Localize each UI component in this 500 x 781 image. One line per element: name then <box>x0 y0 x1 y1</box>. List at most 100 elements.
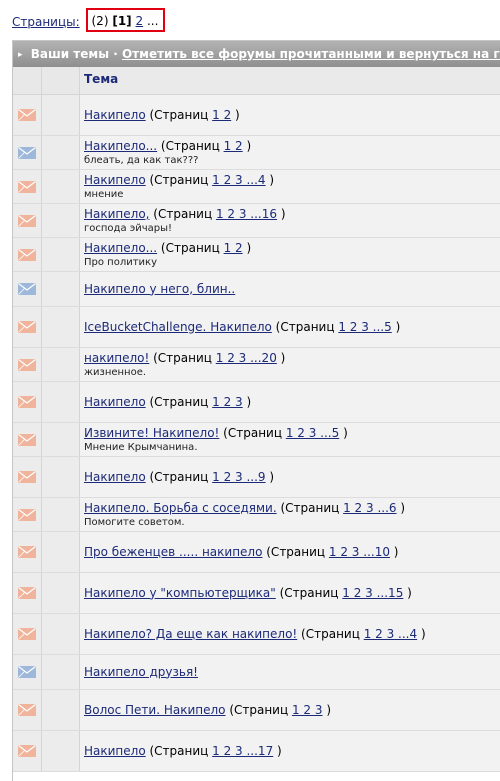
pages-prefix: (Страниц <box>145 469 213 484</box>
table-row: Накипело, (Страниц 1 2 3 ...16 ) господа … <box>13 204 500 238</box>
status-column-header <box>42 67 80 94</box>
table-header-bar: ▸ Ваши темы · Отметить все форумы прочит… <box>13 41 500 67</box>
pages-prefix: (Страниц <box>149 350 216 365</box>
topic-pages-link[interactable]: 1 2 3 ...10 <box>329 545 390 559</box>
pages-prefix: (Страниц <box>145 172 213 187</box>
pages-prefix: (Страниц <box>275 585 343 600</box>
topic-status-cell <box>13 348 42 381</box>
topic-link[interactable]: Накипело <box>84 108 146 122</box>
topic-title-line: Накипело? Да еще как накипело! (Страниц … <box>84 627 500 642</box>
topic-pages-link[interactable]: 1 2 3 ...17 <box>212 744 273 758</box>
topic-pages-link[interactable]: 1 2 3 <box>292 703 323 717</box>
topic-title-line: Накипело (Страниц 1 2 3 ...17 ) <box>84 744 500 759</box>
topic-link[interactable]: Накипело. Борьба с соседями. <box>84 501 277 515</box>
topic-pages-link[interactable]: 1 2 3 <box>212 395 243 409</box>
envelope-read-icon <box>18 666 36 678</box>
topic-pages-link[interactable]: 1 2 3 ...5 <box>338 320 391 334</box>
topic-icon-cell <box>42 614 80 654</box>
topic-status-cell <box>13 423 42 456</box>
topic-pages-link[interactable]: 1 2 3 ...15 <box>342 586 403 600</box>
envelope-new-icon <box>18 358 36 371</box>
pages-suffix: ) <box>277 206 286 221</box>
topic-pages-link[interactable]: 1 2 3 ...20 <box>216 351 277 365</box>
table-row: Накипело (Страниц 1 2 3 ...17 ) <box>13 731 500 772</box>
pages-suffix: ) <box>242 240 252 255</box>
mark-all-read-link[interactable]: Отметить все форумы прочитанными и верну… <box>122 47 500 61</box>
pages-suffix: ) <box>396 500 406 515</box>
topic-pages-link[interactable]: 1 2 <box>224 241 243 255</box>
pages-count: (2) <box>91 14 109 28</box>
topic-link[interactable]: Про беженцев ..... накипело <box>84 545 262 559</box>
envelope-new-icon <box>18 396 36 408</box>
pages-suffix: ) <box>242 138 252 153</box>
topic-link[interactable]: Накипело друзья! <box>84 665 198 679</box>
envelope-new-icon <box>18 471 36 483</box>
topic-cell: Про беженцев ..... накипело (Страниц 1 2… <box>80 532 500 572</box>
topic-link[interactable]: Накипело <box>84 470 146 484</box>
topic-icon-cell <box>42 348 80 381</box>
pages-prefix: (Страниц <box>145 743 213 758</box>
table-row: Накипело... (Страниц 1 2 ) блеать, да как… <box>13 136 500 170</box>
pages-prefix: (Страниц <box>271 319 339 334</box>
topic-status-cell <box>13 238 42 271</box>
topic-cell: Накипело (Страниц 1 2 3 ...17 ) <box>80 731 500 771</box>
topic-cell: Накипело (Страниц 1 2 ) <box>80 95 500 135</box>
topic-link[interactable]: Накипело... <box>84 241 157 255</box>
topic-status-cell <box>13 382 42 422</box>
topic-icon-cell <box>42 307 80 347</box>
topic-status-cell <box>13 204 42 237</box>
topic-link[interactable]: Волос Пети. Накипело <box>84 703 226 717</box>
pages-label[interactable]: Страницы: <box>12 15 80 29</box>
topic-cell: Накипело (Страниц 1 2 3 ...9 ) <box>80 457 500 497</box>
topic-pages-link[interactable]: 1 2 3 ...4 <box>364 627 417 641</box>
envelope-new-icon <box>18 321 36 333</box>
topic-link[interactable]: накипело! <box>84 351 149 365</box>
column-headers: Тема <box>13 67 500 95</box>
topic-link[interactable]: Накипело у него, блин.. <box>84 282 235 296</box>
topic-status-cell <box>13 731 42 771</box>
topic-icon-cell <box>42 170 80 203</box>
topic-title-line: Волос Пети. Накипело (Страниц 1 2 3 ) <box>84 703 500 718</box>
topic-pages-link[interactable]: 1 2 <box>224 139 243 153</box>
topic-link[interactable]: Извините! Накипело! <box>84 426 219 440</box>
topic-pages-link[interactable]: 1 2 <box>212 108 231 122</box>
topic-link[interactable]: Накипело, <box>84 207 149 221</box>
pages-suffix: ) <box>391 319 401 334</box>
topic-link[interactable]: Накипело... <box>84 139 157 153</box>
pages-prefix: (Страниц <box>157 138 224 153</box>
topic-description: мнение <box>84 188 124 200</box>
topic-link[interactable]: Накипело <box>84 395 146 409</box>
header-separator: · <box>113 47 118 61</box>
table-row: Накипело? Да еще как накипело! (Страниц … <box>13 614 500 655</box>
more-pages: ... <box>146 14 159 28</box>
page-2-link[interactable]: 2 <box>135 14 143 28</box>
topic-pages-link[interactable]: 1 2 3 ...5 <box>286 426 339 440</box>
topic-pages-link[interactable]: 1 2 3 ...9 <box>212 470 265 484</box>
table-row: Накипело (Страниц 1 2 ) <box>13 95 500 136</box>
topic-link[interactable]: Накипело у "компьютерщика" <box>84 586 276 600</box>
envelope-new-icon <box>18 745 36 757</box>
topic-cell: Накипело? Да еще как накипело! (Страниц … <box>80 614 500 654</box>
topic-icon-cell <box>42 204 80 237</box>
pages-prefix: (Страниц <box>297 626 364 641</box>
topic-link[interactable]: Накипело? Да еще как накипело! <box>84 627 297 641</box>
topic-link[interactable]: Накипело <box>84 744 146 758</box>
topic-title-line: Накипело, (Страниц 1 2 3 ...16 ) <box>84 207 500 222</box>
pages-prefix: (Страниц <box>219 425 286 440</box>
topic-status-cell <box>13 457 42 497</box>
topic-title-line: Накипело у него, блин.. <box>84 282 500 297</box>
topic-pages-link[interactable]: 1 2 3 ...16 <box>216 207 277 221</box>
topic-status-cell <box>13 573 42 613</box>
topic-title-line: накипело! (Страниц 1 2 3 ...20 ) <box>84 351 500 366</box>
topic-icon-cell <box>42 136 80 169</box>
pages-suffix: ) <box>403 585 412 600</box>
topic-title-line: Извините! Накипело! (Страниц 1 2 3 ...5 … <box>84 426 500 441</box>
topic-status-cell <box>13 498 42 531</box>
pages-suffix: ) <box>339 425 348 440</box>
pages-prefix: (Страниц <box>145 394 213 409</box>
topic-link[interactable]: IceBucketChallenge. Накипело <box>84 320 272 334</box>
topic-pages-link[interactable]: 1 2 3 ...6 <box>343 501 396 515</box>
topic-title-line: Накипело у "компьютерщика" (Страниц 1 2 … <box>84 586 500 601</box>
topic-pages-link[interactable]: 1 2 3 ...4 <box>212 173 265 187</box>
topic-link[interactable]: Накипело <box>84 173 146 187</box>
